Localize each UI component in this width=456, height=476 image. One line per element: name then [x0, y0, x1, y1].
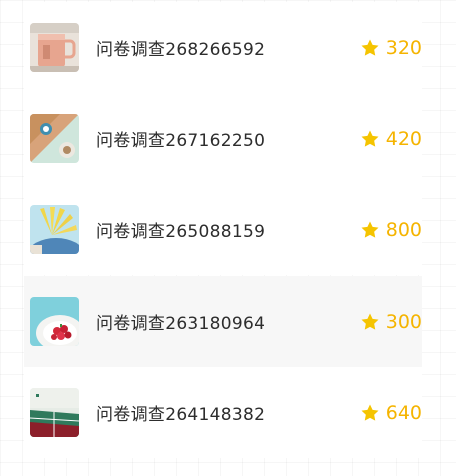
points-badge: 320	[360, 37, 422, 59]
survey-title: 问卷调查267162250	[96, 131, 266, 151]
points-badge: 640	[360, 402, 422, 424]
star-icon	[361, 221, 379, 238]
star-icon	[361, 39, 379, 56]
survey-title: 问卷调查264148382	[96, 405, 266, 425]
points-value: 640	[385, 401, 422, 424]
star-icon	[361, 404, 379, 421]
points-value: 320	[385, 36, 422, 59]
tennis-court-thumbnail	[30, 388, 79, 437]
points-value: 800	[385, 218, 422, 241]
points-value: 300	[385, 310, 422, 333]
strawberry-plate-thumbnail	[30, 297, 79, 346]
survey-title: 问卷调查265088159	[96, 222, 266, 242]
survey-title: 问卷调查268266592	[96, 40, 266, 60]
points-badge: 420	[360, 128, 422, 150]
points-value: 420	[385, 127, 422, 150]
survey-title: 问卷调查263180964	[96, 314, 266, 334]
yellow-fan-thumbnail	[30, 205, 79, 254]
star-icon	[361, 130, 379, 147]
coffee-table-thumbnail	[30, 114, 79, 163]
survey-list-item[interactable]: 问卷调查267162250 420	[24, 93, 422, 184]
points-badge: 300	[360, 311, 422, 333]
points-badge: 800	[360, 219, 422, 241]
survey-list-item-selected[interactable]: 问卷调查263180964 300	[24, 276, 422, 367]
star-icon	[361, 313, 379, 330]
survey-list-item[interactable]: 问卷调查265088159 800	[24, 184, 422, 275]
survey-list-item[interactable]: 问卷调查268266592 320	[24, 2, 422, 93]
pink-mug-thumbnail	[30, 23, 79, 72]
survey-list-item[interactable]: 问卷调查264148382 640	[24, 367, 422, 458]
